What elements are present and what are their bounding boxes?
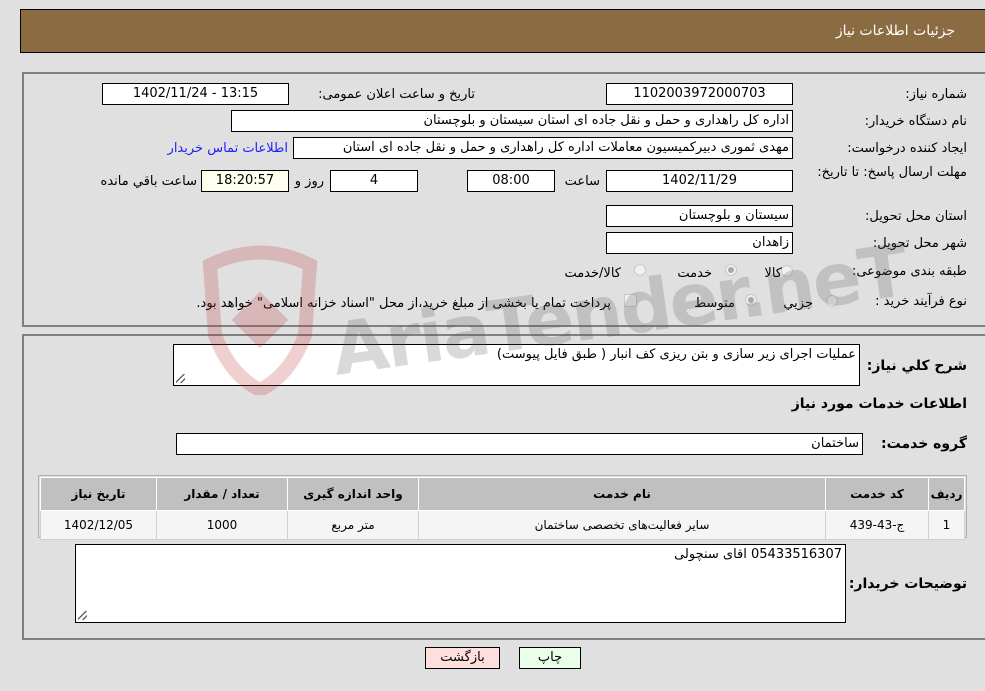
services-table: ردیف کد خدمت نام خدمت واحد اندازه گیری ت… — [40, 477, 965, 540]
description-text: عملیات اجرای زیر سازی و بتن ریزی کف انبا… — [496, 347, 856, 362]
resize-grip-icon[interactable] — [176, 374, 185, 383]
remaining-time-label: ساعت باقي مانده — [100, 174, 197, 189]
col-service-name: نام خدمت — [418, 477, 826, 511]
purchase-radio-medium[interactable] — [745, 294, 757, 306]
deadline-time-label: ساعت — [564, 174, 600, 189]
services-table-header: ردیف کد خدمت نام خدمت واحد اندازه گیری ت… — [40, 477, 965, 511]
buyer-notes-label: توضیحات خریدار: — [848, 576, 967, 592]
col-service-code: کد خدمت — [825, 477, 929, 511]
buyer-notes-text: 05433516307 اقای سنچولی — [674, 547, 842, 562]
category-label: طبقه بندی موضوعی: — [851, 264, 967, 279]
remaining-days-field: 4 — [330, 170, 418, 192]
city-label: شهر محل تحویل: — [872, 236, 967, 251]
page-header: جزئیات اطلاعات نیاز — [20, 9, 985, 53]
creator-field: مهدی ثموری دبیرکمیسیون معاملات اداره کل … — [293, 137, 793, 159]
category-option-goods: کالا — [764, 266, 782, 281]
col-quantity: تعداد / مقدار — [156, 477, 288, 511]
col-row-number: ردیف — [928, 477, 965, 511]
announce-datetime-label: تاریخ و ساعت اعلان عمومی: — [318, 87, 475, 102]
city-field: زاهدان — [606, 232, 793, 254]
page-title: جزئیات اطلاعات نیاز — [835, 23, 955, 39]
category-option-goods-service: کالا/خدمت — [564, 266, 621, 281]
purchase-radio-minor[interactable] — [826, 295, 838, 307]
col-unit: واحد اندازه گیری — [287, 477, 419, 511]
purchase-option-medium: متوسط — [694, 296, 735, 311]
buyer-org-label: نام دستگاه خریدار: — [864, 114, 967, 129]
need-number-label: شماره نیاز: — [905, 87, 967, 102]
creator-label: ایجاد کننده درخواست: — [847, 141, 967, 156]
cell-need-date: 1402/12/05 — [40, 510, 157, 540]
cell-row-number: 1 — [928, 510, 965, 540]
cell-quantity: 1000 — [156, 510, 288, 540]
announce-datetime-field: 1402/11/24 - 13:15 — [102, 83, 289, 105]
service-group-label: گروه خدمت: — [881, 436, 967, 452]
resize-grip-icon[interactable] — [78, 611, 87, 620]
description-label: شرح کلي نیاز: — [866, 358, 967, 374]
purchase-type-label: نوع فرآیند خرید : — [875, 294, 967, 309]
print-button[interactable]: چاپ — [519, 647, 581, 669]
deadline-time-field: 08:00 — [467, 170, 555, 192]
cell-unit: متر مربع — [287, 510, 419, 540]
category-option-service: خدمت — [677, 266, 712, 281]
cell-service-name: سایر فعالیت‌های تخصصی ساختمان — [418, 510, 826, 540]
category-radio-service[interactable] — [725, 264, 737, 276]
treasury-bonds-checkbox[interactable] — [624, 294, 637, 307]
buyer-contact-link[interactable]: اطلاعات تماس خریدار — [168, 141, 288, 156]
remaining-time-field: 18:20:57 — [201, 170, 289, 192]
deadline-label: مهلت ارسال پاسخ: تا تاریخ: — [817, 165, 967, 180]
description-textarea[interactable]: عملیات اجرای زیر سازی و بتن ریزی کف انبا… — [173, 344, 860, 386]
table-row: 1 ج-43-439 سایر فعالیت‌های تخصصی ساختمان… — [40, 510, 965, 540]
purchase-option-minor: جزیي — [783, 296, 813, 311]
services-heading: اطلاعات خدمات مورد نیاز — [791, 396, 967, 412]
category-radio-goods-service[interactable] — [634, 264, 646, 276]
province-field: سیستان و بلوچستان — [606, 205, 793, 227]
cell-service-code: ج-43-439 — [825, 510, 929, 540]
col-need-date: تاریخ نیاز — [40, 477, 157, 511]
need-number-field: 1102003972000703 — [606, 83, 793, 105]
days-label: روز و — [294, 174, 324, 189]
deadline-date-field: 1402/11/29 — [606, 170, 793, 192]
buyer-notes-textarea[interactable]: 05433516307 اقای سنچولی — [75, 544, 846, 623]
category-radio-goods[interactable] — [781, 265, 793, 277]
buyer-org-field: اداره کل راهداری و حمل و نقل جاده ای است… — [231, 110, 793, 132]
back-button[interactable]: بازگشت — [425, 647, 500, 669]
province-label: استان محل تحویل: — [865, 209, 967, 224]
treasury-bonds-note: پرداخت تمام یا بخشی از مبلغ خرید،از محل … — [196, 296, 611, 311]
service-group-field: ساختمان — [176, 433, 863, 455]
